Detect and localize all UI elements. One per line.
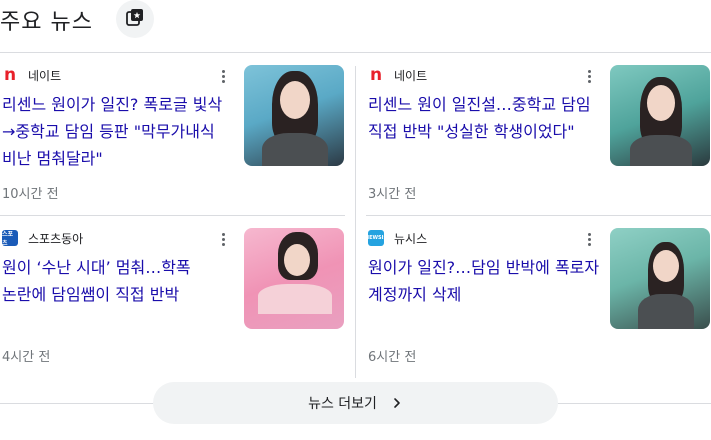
divider (0, 215, 345, 216)
nate-logo-icon: n (2, 65, 18, 85)
source-name: 스포츠동아 (28, 231, 84, 246)
news-time: 3시간 전 (368, 187, 417, 202)
news-time: 6시간 전 (368, 350, 417, 365)
news-card[interactable]: n 네이트 리센느 원이가 일진? 폭로글 빛삭→중학교 담임 등판 "막무가내… (0, 53, 345, 215)
news-thumbnail[interactable] (610, 228, 710, 329)
news-thumbnail[interactable] (244, 65, 344, 166)
more-news-label: 뉴스 더보기 (308, 396, 377, 412)
nate-logo-icon: n (368, 65, 384, 85)
more-options-icon[interactable] (582, 230, 596, 248)
news-time: 10시간 전 (2, 187, 59, 202)
news-headline[interactable]: 원이가 일진?…담임 반박에 폭로자 계정까지 삭제 (368, 254, 600, 308)
source-name: 뉴시스 (394, 231, 428, 246)
news-card[interactable]: NEWSIS 뉴시스 원이가 일진?…담임 반박에 폭로자 계정까지 삭제 6시… (365, 216, 711, 378)
more-options-icon[interactable] (216, 67, 230, 85)
sports-donga-logo-icon: 스포츠 (2, 230, 18, 247)
news-time: 4시간 전 (2, 350, 51, 365)
news-thumbnail[interactable] (244, 228, 344, 329)
chevron-right-icon (391, 397, 403, 409)
section-header: 주요 뉴스 (0, 0, 711, 40)
more-options-icon[interactable] (216, 230, 230, 248)
news-feed-icon (126, 8, 144, 30)
news-headline[interactable]: 원이 ‘수난 시대’ 멈춰…학폭 논란에 담임쌤이 직접 반박 (2, 254, 234, 308)
news-card[interactable]: 스포츠 스포츠동아 원이 ‘수난 시대’ 멈춰…학폭 논란에 담임쌤이 직접 반… (0, 216, 345, 378)
news-source: 스포츠 스포츠동아 (2, 230, 84, 247)
news-thumbnail[interactable] (610, 65, 710, 166)
news-card[interactable]: n 네이트 리센느 원이 일진설…중학교 담임 직접 반박 "성실한 학생이었다… (366, 53, 711, 215)
source-name: 네이트 (28, 68, 62, 83)
divider (366, 215, 711, 216)
news-headline[interactable]: 리센느 원이 일진설…중학교 담임 직접 반박 "성실한 학생이었다" (368, 91, 600, 145)
section-title: 주요 뉴스 (0, 10, 93, 35)
more-news-button[interactable]: 뉴스 더보기 (153, 382, 558, 424)
news-source: n 네이트 (2, 65, 62, 85)
more-options-icon[interactable] (582, 67, 596, 85)
newsis-logo-icon: NEWSIS (365, 230, 387, 246)
column-divider (355, 66, 356, 378)
news-source: NEWSIS 뉴시스 (365, 230, 428, 246)
news-source: n 네이트 (368, 65, 428, 85)
news-feed-button[interactable] (116, 0, 154, 38)
source-name: 네이트 (394, 68, 428, 83)
news-headline[interactable]: 리센느 원이가 일진? 폭로글 빛삭→중학교 담임 등판 "막무가내식 비난 멈… (2, 91, 234, 172)
